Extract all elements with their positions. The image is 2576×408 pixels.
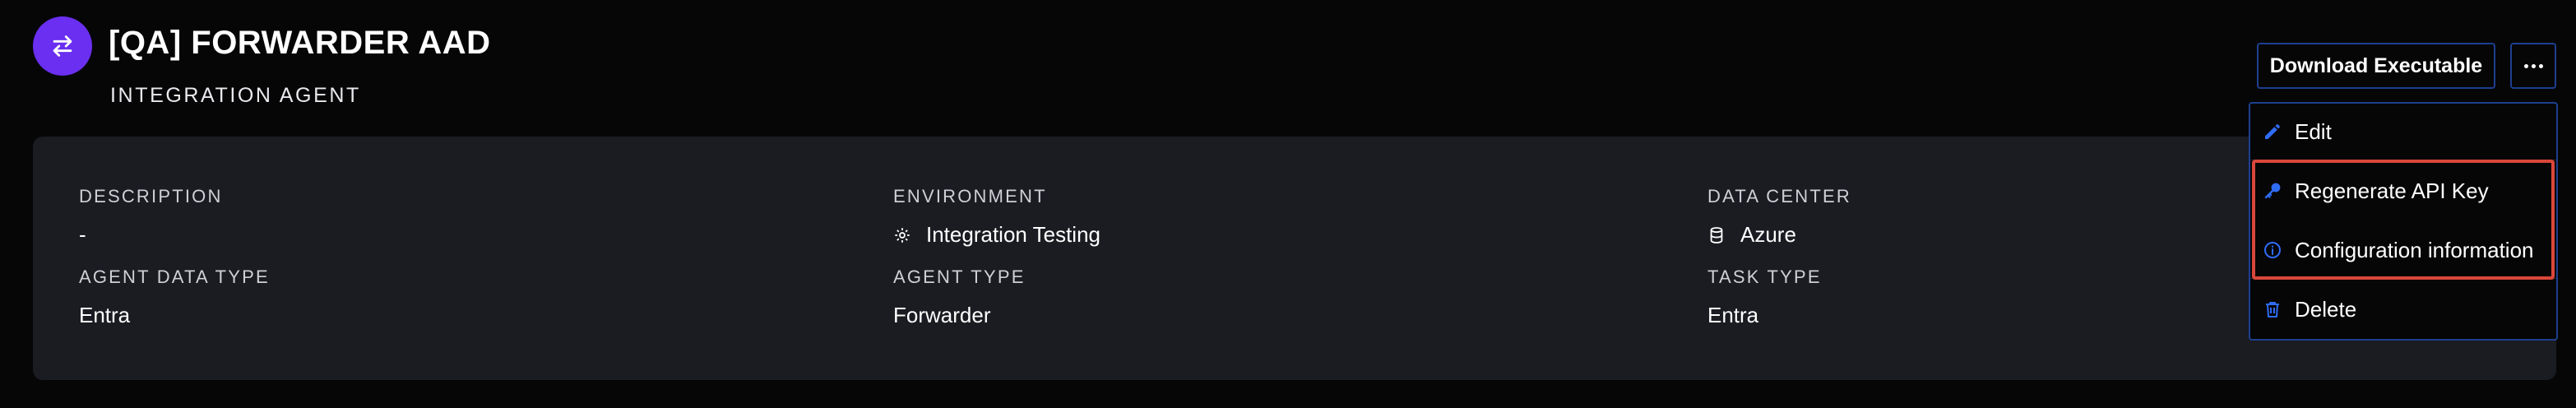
details-card: DESCRIPTION - AGENT DATA TYPE Entra ENVI… <box>33 137 2556 380</box>
agent-type-value: Forwarder <box>893 303 990 328</box>
menu-item-configuration-information[interactable]: Configuration information <box>2262 230 2534 270</box>
database-icon <box>1707 226 1726 244</box>
environment-text: Integration Testing <box>926 222 1100 247</box>
task-type-label: TASK TYPE <box>1707 267 1822 287</box>
description-value: - <box>79 222 86 248</box>
data-center-text: Azure <box>1740 222 1796 247</box>
key-icon <box>2262 180 2283 202</box>
environment-value: Integration Testing <box>893 222 1100 248</box>
more-actions-button[interactable] <box>2510 43 2556 89</box>
environment-label: ENVIRONMENT <box>893 186 1047 206</box>
menu-item-edit[interactable]: Edit <box>2262 112 2332 151</box>
task-type-text: Entra <box>1707 303 1759 327</box>
data-center-value: Azure <box>1707 222 1796 248</box>
page-subtitle: INTEGRATION AGENT <box>110 84 361 107</box>
agent-avatar <box>33 16 92 76</box>
menu-item-edit-label: Edit <box>2295 118 2332 144</box>
swap-arrows-icon <box>53 35 72 57</box>
download-executable-button[interactable]: Download Executable <box>2257 43 2495 89</box>
agent-type-label: AGENT TYPE <box>893 267 1026 287</box>
ellipsis-icon <box>2523 63 2545 68</box>
menu-item-delete[interactable]: Delete <box>2262 290 2356 329</box>
menu-divider <box>2250 278 2556 279</box>
task-type-value: Entra <box>1707 303 1758 328</box>
agent-data-type-label: AGENT DATA TYPE <box>79 267 270 287</box>
agent-data-type-text: Entra <box>79 303 131 327</box>
integration-agent-page: [QA] FORWARDER AAD INTEGRATION AGENT Dow… <box>0 0 2576 408</box>
actions-menu: Edit Regenerate API Key Configuration in… <box>2249 102 2558 341</box>
description-text: - <box>79 222 86 247</box>
menu-item-regenerate-api-key[interactable]: Regenerate API Key <box>2262 171 2489 211</box>
info-icon <box>2262 239 2283 261</box>
trash-icon <box>2262 299 2283 320</box>
menu-item-configuration-information-label: Configuration information <box>2295 237 2534 262</box>
agent-data-type-value: Entra <box>79 303 130 328</box>
agent-type-text: Forwarder <box>893 303 991 327</box>
page-title: [QA] FORWARDER AAD <box>109 25 491 61</box>
gear-icon <box>893 226 911 244</box>
data-center-label: DATA CENTER <box>1707 186 1851 206</box>
menu-item-regenerate-api-key-label: Regenerate API Key <box>2295 178 2489 203</box>
description-label: DESCRIPTION <box>79 186 223 206</box>
menu-item-delete-label: Delete <box>2295 296 2357 322</box>
pencil-icon <box>2262 121 2283 142</box>
